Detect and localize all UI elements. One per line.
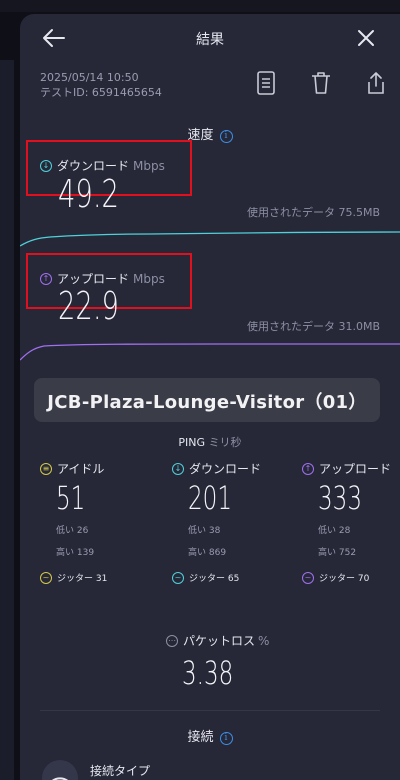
- ping-download-value: 201: [188, 479, 232, 517]
- test-id: テストID: 6591465654: [40, 86, 162, 99]
- idle-icon: ≡: [40, 462, 52, 475]
- download-speed-value: 49.2: [58, 172, 119, 216]
- connection-section-title: 接続 i: [20, 726, 400, 745]
- ping-upload-low: 低い 28: [318, 526, 351, 536]
- upload-data-used: 使用されたデータ 31.0MB: [246, 320, 380, 333]
- ping-idle-column: ≡ アイドル 51 低い 26 高い 139 ~ ジッター 31: [40, 460, 150, 584]
- upload-arrow-icon: ↑: [40, 272, 52, 285]
- ping-upload-high: 高い 752: [318, 548, 357, 558]
- ping-idle-value: 51: [56, 479, 86, 517]
- packet-loss-label: ⋯ パケットロス %: [166, 633, 270, 648]
- info-icon[interactable]: i: [219, 732, 233, 745]
- ping-upload-jitter: ジッター 70: [319, 574, 370, 584]
- ping-download-jitter: ジッター 65: [189, 574, 240, 584]
- ping-idle-jitter: ジッター 31: [57, 574, 108, 584]
- packet-loss-icon: ⋯: [166, 634, 178, 647]
- trash-icon[interactable]: [309, 70, 333, 96]
- header: 結果: [20, 14, 400, 62]
- ping-upload-column: ↑ アップロード 333 低い 28 高い 752 ~ ジッター 70: [302, 460, 400, 584]
- packet-loss-value: 3.38: [182, 654, 234, 692]
- connection-type-label: 接続タイプ: [90, 764, 151, 778]
- ssid-banner: JCB-Plaza-Lounge-Visitor（01）: [34, 378, 380, 422]
- upload-speed-graph: [20, 343, 400, 361]
- ping-idle-high: 高い 139: [56, 548, 95, 558]
- close-icon[interactable]: [354, 26, 378, 50]
- info-icon[interactable]: i: [219, 130, 233, 143]
- ping-download-low: 低い 38: [188, 526, 221, 536]
- ping-section-title: PING ミリ秒: [178, 436, 242, 449]
- download-arrow-icon: ↓: [40, 159, 52, 172]
- download-arrow-icon: ↓: [172, 462, 184, 475]
- document-icon[interactable]: [254, 70, 278, 96]
- download-data-used: 使用されたデータ 75.5MB: [246, 206, 380, 219]
- background-top: [0, 0, 400, 12]
- ping-upload-label: アップロード: [319, 462, 392, 476]
- jitter-icon: ~: [302, 571, 314, 584]
- upload-arrow-icon: ↑: [302, 462, 314, 475]
- share-icon[interactable]: [364, 70, 388, 96]
- download-speed-graph: [20, 231, 400, 247]
- ping-upload-value: 333: [318, 479, 362, 517]
- divider: [40, 710, 380, 711]
- network-ssid: JCB-Plaza-Lounge-Visitor（01）: [47, 392, 367, 413]
- upload-speed-value: 22.9: [58, 284, 119, 328]
- jitter-icon: ~: [40, 571, 52, 584]
- ping-download-high: 高い 869: [188, 548, 227, 558]
- test-datetime: 2025/05/14 10:50: [40, 71, 139, 84]
- ping-idle-low: 低い 26: [56, 526, 89, 536]
- ping-download-label: ダウンロード: [189, 462, 262, 476]
- ping-download-column: ↓ ダウンロード 201 低い 38 高い 869 ~ ジッター 65: [172, 460, 282, 584]
- page-title: 結果: [196, 32, 224, 48]
- background-panel: [0, 60, 14, 780]
- test-meta: 2025/05/14 10:50 テストID: 6591465654: [40, 70, 162, 100]
- ping-idle-label: アイドル: [57, 462, 105, 476]
- jitter-icon: ~: [172, 571, 184, 584]
- wifi-icon: [42, 760, 78, 780]
- result-sheet: 結果 2025/05/14 10:50 テストID: 6591465654 速度…: [20, 14, 400, 780]
